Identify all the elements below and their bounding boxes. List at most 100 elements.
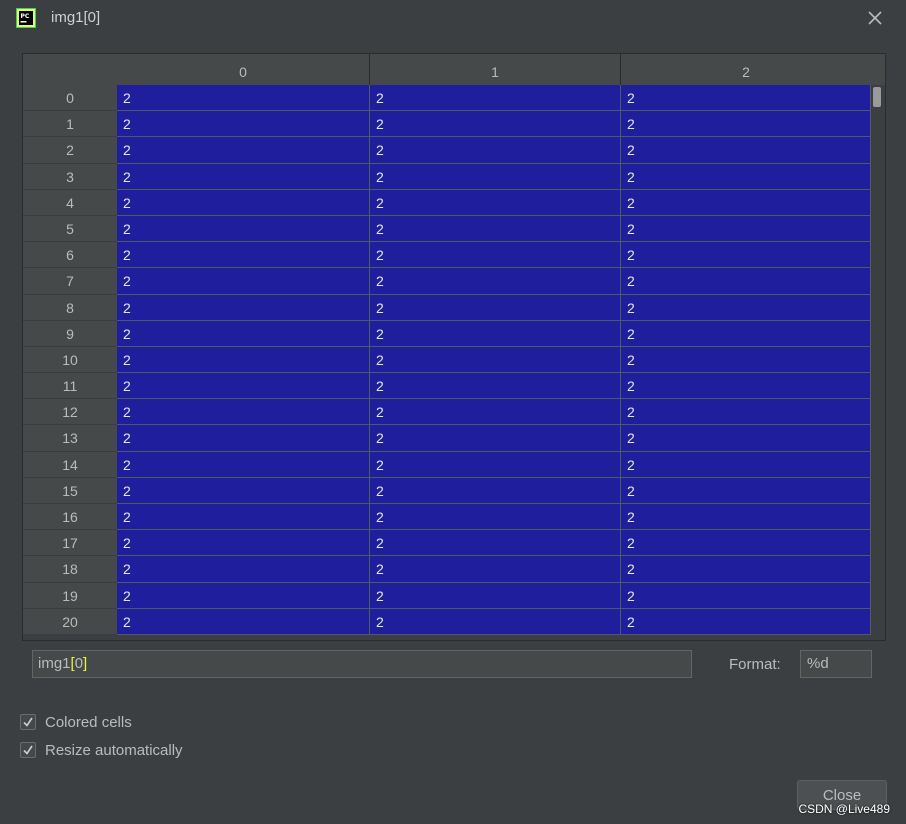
row-header[interactable]: 0 [23, 85, 117, 112]
table-cell[interactable]: 2 [621, 504, 871, 531]
table-cell[interactable]: 2 [117, 425, 370, 452]
table-cell[interactable]: 2 [621, 189, 871, 216]
row-header[interactable]: 3 [23, 163, 117, 190]
table-cell[interactable]: 2 [117, 556, 370, 583]
row-header[interactable]: 2 [23, 137, 117, 164]
table-cell[interactable]: 2 [370, 530, 621, 557]
table-cell[interactable]: 2 [621, 608, 871, 635]
table-cell[interactable]: 2 [621, 477, 871, 504]
colored-cells-checkbox[interactable]: Colored cells [20, 712, 132, 732]
table-cell[interactable]: 2 [621, 582, 871, 609]
table-cell[interactable]: 2 [117, 137, 370, 164]
table-cell[interactable]: 2 [117, 268, 370, 295]
table-cell[interactable]: 2 [370, 556, 621, 583]
table-cell[interactable]: 2 [621, 85, 871, 112]
table-cell[interactable]: 2 [370, 451, 621, 478]
column-header[interactable]: 1 [370, 54, 621, 86]
table-cell[interactable]: 2 [621, 268, 871, 295]
row-header[interactable]: 13 [23, 425, 117, 452]
table-cell[interactable]: 2 [117, 294, 370, 321]
row-header[interactable]: 1 [23, 111, 117, 138]
table-cell[interactable]: 2 [370, 242, 621, 269]
table-cell[interactable]: 2 [117, 477, 370, 504]
vertical-scrollbar[interactable] [871, 85, 885, 640]
table-cell[interactable]: 2 [370, 399, 621, 426]
table-row: 13 2 2 2 [23, 425, 871, 452]
row-header[interactable]: 7 [23, 268, 117, 295]
row-header[interactable]: 5 [23, 215, 117, 243]
checkbox-checked-icon[interactable] [20, 742, 36, 758]
table-row: 11 2 2 2 [23, 373, 871, 400]
table-cell[interactable]: 2 [370, 215, 621, 243]
table-cell[interactable]: 2 [117, 504, 370, 531]
table-cell[interactable]: 2 [621, 294, 871, 321]
table-cell[interactable]: 2 [370, 582, 621, 609]
row-header[interactable]: 15 [23, 477, 117, 504]
checkbox-checked-icon[interactable] [20, 714, 36, 730]
table-cell[interactable]: 2 [117, 189, 370, 216]
table-row: 20 2 2 2 [23, 608, 871, 635]
row-header[interactable]: 19 [23, 582, 117, 609]
scrollbar-thumb[interactable] [873, 87, 881, 107]
row-header[interactable]: 17 [23, 530, 117, 557]
table-cell[interactable]: 2 [621, 556, 871, 583]
table-cell[interactable]: 2 [117, 399, 370, 426]
format-input[interactable]: %d [800, 650, 872, 678]
table-cell[interactable]: 2 [370, 85, 621, 112]
table-cell[interactable]: 2 [370, 294, 621, 321]
table-cell[interactable]: 2 [117, 608, 370, 635]
column-header[interactable]: 0 [117, 54, 370, 86]
table-cell[interactable]: 2 [621, 137, 871, 164]
table-cell[interactable]: 2 [117, 530, 370, 557]
row-header[interactable]: 11 [23, 373, 117, 400]
table-cell[interactable]: 2 [621, 399, 871, 426]
table-cell[interactable]: 2 [621, 163, 871, 190]
row-header[interactable]: 14 [23, 451, 117, 478]
table-cell[interactable]: 2 [370, 137, 621, 164]
row-header[interactable]: 9 [23, 320, 117, 347]
table-cell[interactable]: 2 [621, 242, 871, 269]
table-cell[interactable]: 2 [370, 163, 621, 190]
svg-text:PC: PC [21, 13, 30, 20]
table-cell[interactable]: 2 [621, 215, 871, 243]
table-cell[interactable]: 2 [117, 111, 370, 138]
table-cell[interactable]: 2 [117, 346, 370, 374]
row-header[interactable]: 10 [23, 346, 117, 374]
table-cell[interactable]: 2 [117, 163, 370, 190]
table-cell[interactable]: 2 [621, 373, 871, 400]
table-cell[interactable]: 2 [370, 268, 621, 295]
table-cell[interactable]: 2 [370, 189, 621, 216]
table-cell[interactable]: 2 [117, 320, 370, 347]
table-cell[interactable]: 2 [370, 346, 621, 374]
table-cell[interactable]: 2 [370, 111, 621, 138]
row-header[interactable]: 20 [23, 608, 117, 635]
table-cell[interactable]: 2 [117, 215, 370, 243]
column-header[interactable]: 2 [621, 54, 871, 86]
table-cell[interactable]: 2 [621, 451, 871, 478]
table-cell[interactable]: 2 [370, 425, 621, 452]
table-cell[interactable]: 2 [370, 320, 621, 347]
row-header[interactable]: 18 [23, 556, 117, 583]
table-cell[interactable]: 2 [370, 477, 621, 504]
table-cell[interactable]: 2 [117, 451, 370, 478]
expression-input[interactable]: img1[0] [32, 650, 692, 678]
table-cell[interactable]: 2 [621, 111, 871, 138]
resize-automatically-checkbox[interactable]: Resize automatically [20, 740, 183, 760]
table-cell[interactable]: 2 [370, 373, 621, 400]
table-cell[interactable]: 2 [117, 582, 370, 609]
row-header[interactable]: 12 [23, 399, 117, 426]
row-header[interactable]: 16 [23, 504, 117, 531]
table-cell[interactable]: 2 [117, 373, 370, 400]
row-header[interactable]: 8 [23, 294, 117, 321]
table-cell[interactable]: 2 [621, 320, 871, 347]
table-cell[interactable]: 2 [117, 85, 370, 112]
table-cell[interactable]: 2 [117, 242, 370, 269]
table-cell[interactable]: 2 [621, 346, 871, 374]
table-cell[interactable]: 2 [370, 504, 621, 531]
close-icon[interactable] [866, 9, 884, 27]
table-cell[interactable]: 2 [621, 530, 871, 557]
row-header[interactable]: 4 [23, 189, 117, 216]
row-header[interactable]: 6 [23, 242, 117, 269]
table-cell[interactable]: 2 [370, 608, 621, 635]
table-cell[interactable]: 2 [621, 425, 871, 452]
